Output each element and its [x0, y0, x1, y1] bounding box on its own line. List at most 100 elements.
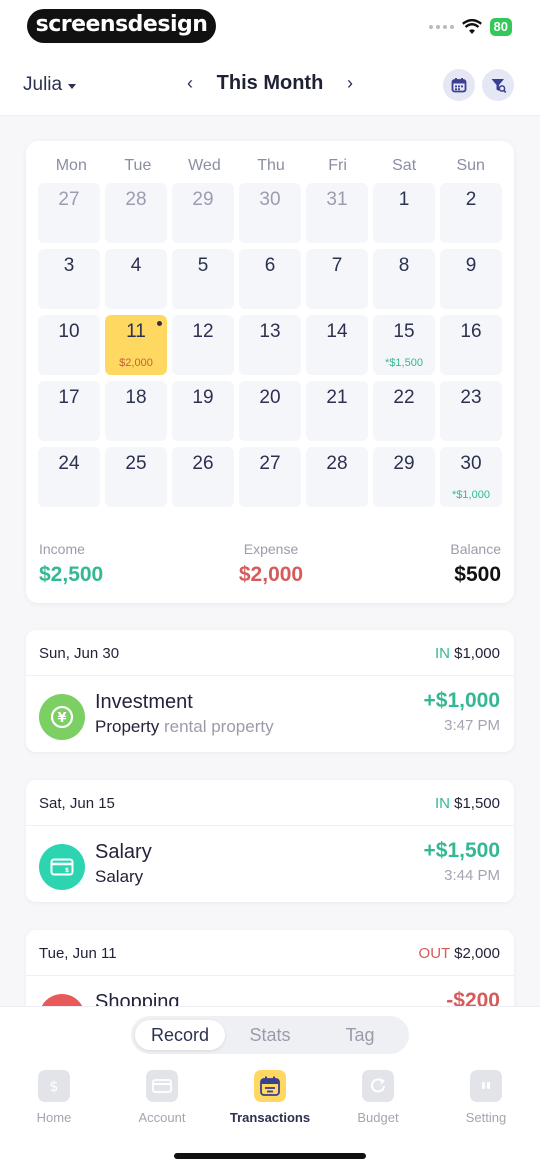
calendar-day[interactable]: 27: [239, 447, 301, 507]
day-number: 7: [331, 255, 343, 276]
home-indicator: [174, 1153, 366, 1159]
calendar-day[interactable]: 9: [440, 249, 502, 309]
calendar-day[interactable]: 23: [440, 381, 502, 441]
calendar-day[interactable]: 4: [105, 249, 167, 309]
caret-down-icon: [68, 83, 77, 89]
tab-label: Home: [36, 1110, 72, 1125]
calendar-day[interactable]: 13: [239, 315, 301, 375]
calendar-day[interactable]: 24: [38, 447, 100, 507]
svg-text:$: $: [65, 867, 69, 874]
calendar-day[interactable]: 2: [440, 183, 502, 243]
calendar-day[interactable]: 5: [172, 249, 234, 309]
weekday-label: Sat: [392, 157, 417, 174]
group-total: IN $1,500: [435, 795, 500, 812]
filter-search-button[interactable]: [482, 69, 514, 101]
day-number: 3: [63, 255, 75, 276]
day-number: 9: [465, 255, 477, 276]
direction-label: IN: [434, 645, 450, 662]
group-total-amount: $1,500: [454, 795, 500, 812]
status-bar: screensdesign 80: [0, 0, 540, 52]
calendar-day[interactable]: 27: [38, 183, 100, 243]
calendar-icon: [451, 78, 467, 93]
tab-account[interactable]: Account: [108, 1067, 216, 1125]
header: Julia ‹ This Month ›: [0, 52, 540, 116]
day-number: 14: [326, 321, 348, 342]
day-number: 20: [259, 387, 281, 408]
day-number: 19: [192, 387, 214, 408]
day-number: 27: [259, 453, 281, 474]
group-date: Sat, Jun 15: [39, 795, 115, 812]
day-number: 29: [393, 453, 415, 474]
day-number: 16: [460, 321, 482, 342]
segment-record[interactable]: Record: [135, 1020, 225, 1050]
calendar-view-button[interactable]: [443, 69, 475, 101]
group-total: OUT $2,000: [419, 945, 500, 962]
day-number: 5: [197, 255, 209, 276]
segment-stats[interactable]: Stats: [225, 1020, 315, 1050]
calendar-day[interactable]: 7: [306, 249, 368, 309]
day-number: 27: [58, 189, 80, 210]
day-number: 28: [326, 453, 348, 474]
month-title[interactable]: This Month: [217, 72, 324, 95]
day-number: 31: [326, 189, 348, 210]
svg-text:$: $: [50, 1079, 59, 1095]
day-number: 15: [393, 321, 415, 342]
user-selector[interactable]: Julia: [23, 74, 77, 96]
calendar-day[interactable]: 30: [239, 183, 301, 243]
calendar-day[interactable]: 28: [306, 447, 368, 507]
tab-setting[interactable]: Setting: [432, 1067, 540, 1125]
calendar-day[interactable]: 17: [38, 381, 100, 441]
wallet-icon: [146, 1070, 178, 1102]
calendar-day[interactable]: 12: [172, 315, 234, 375]
tab-label: Account: [138, 1110, 186, 1125]
day-number: 8: [398, 255, 410, 276]
tab-transactions[interactable]: Transactions: [216, 1067, 324, 1125]
transaction-row[interactable]: ¥ Investment Property rental property +$…: [26, 676, 514, 752]
calendar-day[interactable]: 21: [306, 381, 368, 441]
calendar-day[interactable]: 18: [105, 381, 167, 441]
calendar-day[interactable]: 19: [172, 381, 234, 441]
calendar-day[interactable]: 6: [239, 249, 301, 309]
day-number: 24: [58, 453, 80, 474]
calendar-day[interactable]: 3: [38, 249, 100, 309]
bottom-bar: Record Stats Tag $ Home Account Transact…: [0, 1006, 540, 1168]
calendar-day[interactable]: 30 *$1,000: [440, 447, 502, 507]
group-date: Sun, Jun 30: [39, 645, 120, 662]
calendar-day[interactable]: 20: [239, 381, 301, 441]
tab-budget[interactable]: Budget: [324, 1067, 432, 1125]
transaction-row[interactable]: $ Salary Salary +$1,500 3:44 PM: [26, 826, 514, 902]
transaction-time: 3:44 PM: [444, 867, 500, 884]
transaction-time: 3:47 PM: [444, 717, 500, 734]
prev-month-button[interactable]: ‹: [180, 73, 200, 94]
calendar-day[interactable]: 1: [373, 183, 435, 243]
segment-tag[interactable]: Tag: [315, 1020, 405, 1050]
weekday-label: Fri: [328, 157, 347, 174]
transaction-amount: +$1,000: [423, 689, 501, 712]
tab-label: Setting: [465, 1110, 507, 1125]
transaction-title: Salary: [95, 841, 152, 863]
calendar-day[interactable]: 22: [373, 381, 435, 441]
weekday-label: Thu: [257, 157, 285, 174]
calendar-day[interactable]: 29: [172, 183, 234, 243]
investment-icon: ¥: [39, 694, 85, 740]
calendar-day[interactable]: 31: [306, 183, 368, 243]
tab-home[interactable]: $ Home: [0, 1067, 108, 1125]
calendar-day[interactable]: 16: [440, 315, 502, 375]
income-summary: Income $2,500: [39, 541, 103, 587]
calendar-day[interactable]: 8: [373, 249, 435, 309]
calendar-day[interactable]: 14: [306, 315, 368, 375]
calendar-day[interactable]: 25: [105, 447, 167, 507]
user-name: Julia: [23, 74, 63, 95]
transactions-icon: [254, 1070, 286, 1102]
next-month-button[interactable]: ›: [340, 73, 360, 94]
calendar-day[interactable]: 26: [172, 447, 234, 507]
tab-label: Transactions: [229, 1110, 311, 1125]
calendar-day[interactable]: 15 *$1,500: [373, 315, 435, 375]
balance-summary: Balance $500: [450, 541, 501, 587]
calendar-day[interactable]: 10: [38, 315, 100, 375]
calendar-day[interactable]: 28: [105, 183, 167, 243]
calendar-day[interactable]: 11 $2,000: [105, 315, 167, 375]
watermark: screensdesign: [27, 9, 216, 43]
status-icons: 80: [428, 18, 512, 36]
calendar-day[interactable]: 29: [373, 447, 435, 507]
